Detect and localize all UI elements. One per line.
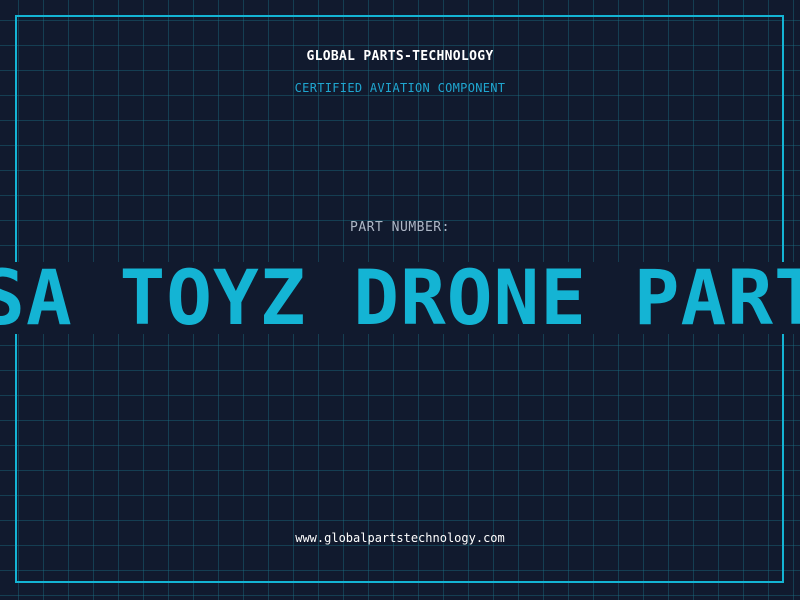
- company-name: GLOBAL PARTS-TECHNOLOGY: [306, 49, 494, 64]
- part-number-band: USA TOYZ DRONE PARTS: [0, 262, 800, 334]
- part-number-value: USA TOYZ DRONE PARTS: [0, 262, 800, 334]
- certification-subtitle: CERTIFIED AVIATION COMPONENT: [294, 81, 506, 95]
- website-url: www.globalpartstechnology.com: [295, 531, 505, 545]
- part-number-label: PART NUMBER:: [350, 220, 450, 235]
